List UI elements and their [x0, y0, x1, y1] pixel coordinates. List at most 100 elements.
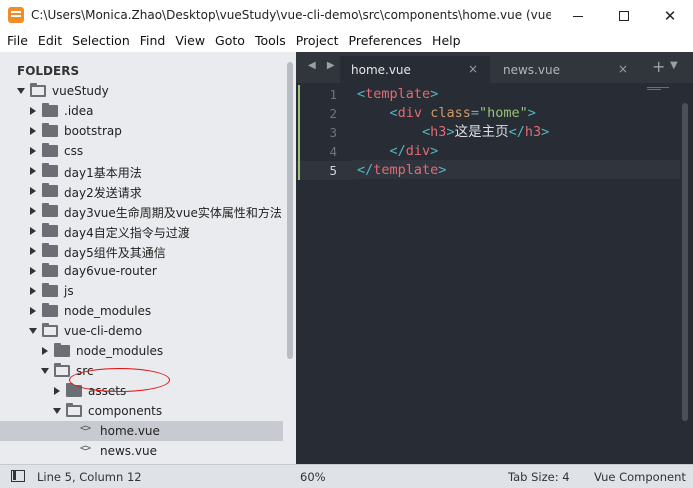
code-token: > [438, 162, 447, 178]
close-button[interactable]: ✕ [647, 0, 693, 32]
tab-close-icon[interactable]: × [618, 62, 628, 76]
chevron-right-icon[interactable] [30, 307, 36, 315]
chevron-right-icon[interactable] [30, 167, 36, 175]
line-number: 5 [296, 161, 353, 180]
chevron-right-icon[interactable] [30, 247, 36, 255]
menu-item-file[interactable]: File [0, 32, 31, 52]
sidebar-scrollbar[interactable] [287, 62, 293, 359]
tab-label: home.vue [351, 63, 411, 77]
editor-scrollbar[interactable] [682, 103, 688, 421]
tab-news-vue[interactable]: news.vue × [492, 56, 640, 83]
tree-item-label: day3vue生命周期及vue实体属性和方法 [64, 206, 282, 220]
menu-item-selection[interactable]: Selection [65, 32, 133, 52]
new-tab-plus-icon[interactable]: + [652, 57, 665, 76]
zoom-level: 60% [300, 470, 326, 484]
tree-item-label: day4自定义指令与过渡 [64, 226, 190, 240]
chevron-right-icon[interactable] [30, 147, 36, 155]
folder-open-icon [30, 83, 46, 97]
chevron-right-icon[interactable] [30, 127, 36, 135]
tree-folder[interactable]: js [0, 281, 283, 301]
minimize-button[interactable] [555, 0, 601, 32]
menu-item-help[interactable]: Help [425, 32, 464, 52]
menu-item-find[interactable]: Find [133, 32, 169, 52]
tree-folder[interactable]: bootstrap [0, 121, 283, 141]
close-icon: ✕ [663, 7, 677, 25]
chevron-right-icon[interactable] [30, 287, 36, 295]
code-line[interactable]: <template> [357, 85, 438, 104]
tree-item-label: day1基本用法 [64, 166, 142, 180]
chevron-down-icon[interactable] [29, 328, 37, 334]
tree-folder[interactable]: css [0, 141, 283, 161]
folder-icon [42, 143, 58, 157]
status-bar: Line 5, Column 12 60% Tab Size: 4 Vue Co… [0, 464, 693, 488]
code-line[interactable]: <h3>这是主页</h3> [357, 123, 549, 142]
tree-folder[interactable]: node_modules [0, 341, 283, 361]
menu-bar: File Edit Selection Find View Goto Tools Projec… [0, 32, 693, 52]
chevron-right-icon[interactable] [30, 227, 36, 235]
tree-folder[interactable]: vue-cli-demo [0, 321, 283, 341]
code-token: </ [508, 124, 525, 140]
menu-item-project[interactable]: Project [289, 32, 342, 52]
chevron-right-icon[interactable] [30, 187, 36, 195]
tab-list-chevron-down-icon[interactable]: ▼ [670, 60, 678, 71]
tree-folder[interactable]: day5组件及其通信 [0, 241, 283, 261]
tree-folder[interactable]: day1基本用法 [0, 161, 283, 181]
line-number: 2 [329, 106, 337, 121]
syntax-mode[interactable]: Vue Component [594, 470, 686, 484]
tree-folder[interactable]: day4自定义指令与过渡 [0, 221, 283, 241]
chevron-down-icon[interactable] [17, 88, 25, 94]
folder-open-icon [42, 323, 58, 337]
folder-open-icon [54, 363, 70, 377]
chevron-right-icon[interactable] [30, 107, 36, 115]
tree-item-label: .idea [64, 104, 94, 118]
chevron-down-icon[interactable] [53, 408, 61, 414]
chevron-right-icon[interactable] [42, 347, 48, 355]
line-number: 1 [329, 87, 337, 102]
code-line[interactable]: <div class="home"> [357, 104, 536, 123]
tab-home-vue[interactable]: home.vue × [340, 56, 490, 83]
chevron-right-icon[interactable] [30, 207, 36, 215]
folder-icon [54, 343, 70, 357]
tab-size[interactable]: Tab Size: 4 [508, 470, 570, 484]
menu-item-goto[interactable]: Goto [208, 32, 248, 52]
window-title: C:\Users\Monica.Zhao\Desktop\vueStudy\vu… [31, 8, 551, 22]
toggle-sidebar-icon[interactable] [11, 470, 25, 482]
tree-folder[interactable]: day3vue生命周期及vue实体属性和方法 [0, 201, 283, 221]
code-token: class [430, 105, 471, 121]
tab-nav-arrows[interactable]: ◀ ▶ [308, 60, 339, 71]
tree-item-label: vue-cli-demo [64, 324, 143, 338]
modified-line-marker [298, 104, 300, 123]
menu-item-preferences[interactable]: Preferences [342, 32, 426, 52]
tree-folder[interactable]: day6vue-router [0, 261, 283, 281]
tab-bar: ◀ ▶ home.vue × news.vue × + ▼ [296, 52, 693, 83]
code-file-icon: <> [80, 423, 91, 434]
code-token: h3 [430, 124, 447, 140]
code-token: > [430, 86, 439, 102]
maximize-button[interactable] [601, 0, 647, 32]
tree-folder[interactable]: day2发送请求 [0, 181, 283, 201]
chevron-right-icon[interactable] [30, 267, 36, 275]
tree-folder[interactable]: components [0, 401, 283, 421]
tree-file[interactable]: <> home.vue [0, 421, 283, 441]
tab-close-icon[interactable]: × [468, 62, 478, 76]
tree-folder[interactable]: node_modules [0, 301, 283, 321]
menu-item-edit[interactable]: Edit [31, 32, 65, 52]
code-line[interactable]: </div> [357, 142, 439, 161]
line-number: 4 [329, 144, 337, 159]
tree-file[interactable]: <> news.vue [0, 441, 283, 461]
code-line[interactable]: </template> [357, 161, 446, 180]
tree-folder[interactable]: vueStudy [0, 81, 283, 101]
tree-item-label: day5组件及其通信 [64, 246, 166, 260]
tree-folder[interactable]: .idea [0, 101, 283, 121]
menu-item-view[interactable]: View [168, 32, 208, 52]
folder-open-icon [66, 403, 82, 417]
minimap[interactable] [647, 87, 669, 95]
tree-item-label: vueStudy [52, 84, 109, 98]
code-token: </ [389, 143, 406, 159]
menu-item-tools[interactable]: Tools [248, 32, 289, 52]
chevron-down-icon[interactable] [41, 368, 49, 374]
code-editor[interactable]: 12345 <template> <div class="home"> <h3>… [296, 83, 693, 464]
chevron-right-icon[interactable] [54, 387, 60, 395]
tree-item-label: day6vue-router [64, 264, 157, 278]
